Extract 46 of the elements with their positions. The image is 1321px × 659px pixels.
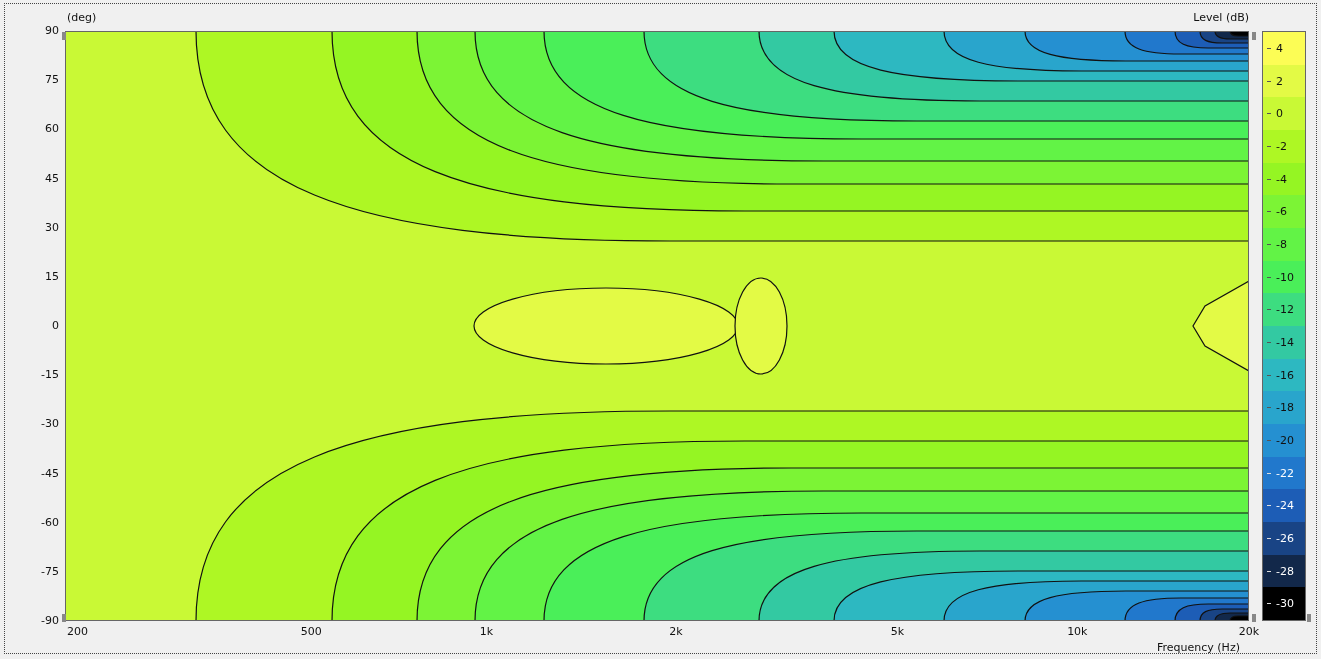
color-scale-label: 0 [1276, 107, 1283, 121]
color-scale-label: -16 [1276, 368, 1294, 382]
color-scale-title: Level (dB) [1193, 11, 1249, 24]
x-axis-title: Frequency (Hz) [1157, 641, 1240, 654]
range-handle[interactable] [1252, 614, 1256, 622]
y-axis-label: -30 [41, 417, 59, 432]
x-axis-label: 500 [300, 625, 322, 638]
x-axis-label: 5k [890, 625, 905, 638]
color-scale-label: -10 [1276, 270, 1294, 284]
color-scale-label: -26 [1276, 531, 1294, 545]
y-axis-label: 60 [45, 122, 59, 137]
x-axis-label: 1k [479, 625, 494, 638]
y-axis-label: 45 [45, 171, 59, 186]
color-scale-label: -28 [1276, 564, 1294, 578]
color-scale-label: -2 [1276, 139, 1287, 153]
x-axis-label: 2k [669, 625, 683, 638]
y-axis-label: 90 [45, 24, 59, 38]
y-axis-title: (deg) [67, 11, 97, 24]
color-scale-label: 2 [1276, 74, 1283, 88]
color-scale-label: -30 [1276, 597, 1294, 611]
y-axis-label: 15 [45, 269, 59, 284]
color-scale-label: -12 [1276, 303, 1294, 317]
range-handle[interactable] [62, 32, 66, 40]
y-axis-label: -75 [41, 564, 59, 579]
color-scale-label: -6 [1276, 205, 1287, 219]
color-scale-label: -8 [1276, 237, 1287, 251]
y-axis-label: -60 [41, 515, 59, 530]
range-handle[interactable] [1252, 32, 1256, 40]
y-axis-label: 0 [52, 319, 59, 333]
y-axis-label: 30 [45, 220, 59, 235]
color-scale-label: -22 [1276, 466, 1294, 480]
y-axis-label: -15 [41, 368, 59, 383]
color-scale-label: -24 [1276, 499, 1294, 513]
range-handle[interactable] [62, 614, 66, 622]
y-axis-label: -90 [41, 614, 59, 628]
color-scale-label: -18 [1276, 401, 1294, 415]
range-handle[interactable] [1307, 614, 1311, 622]
x-axis-label: 200 [67, 625, 88, 638]
x-axis-label: 20k [1238, 625, 1260, 638]
y-axis-label: -45 [41, 466, 59, 481]
x-axis-label: 10k [1067, 625, 1088, 638]
y-axis-label: 75 [45, 73, 59, 88]
color-scale-label: -20 [1276, 433, 1294, 447]
color-scale-label: -14 [1276, 335, 1294, 349]
color-scale-label: 4 [1276, 41, 1283, 55]
color-scale-label: -4 [1276, 172, 1287, 186]
